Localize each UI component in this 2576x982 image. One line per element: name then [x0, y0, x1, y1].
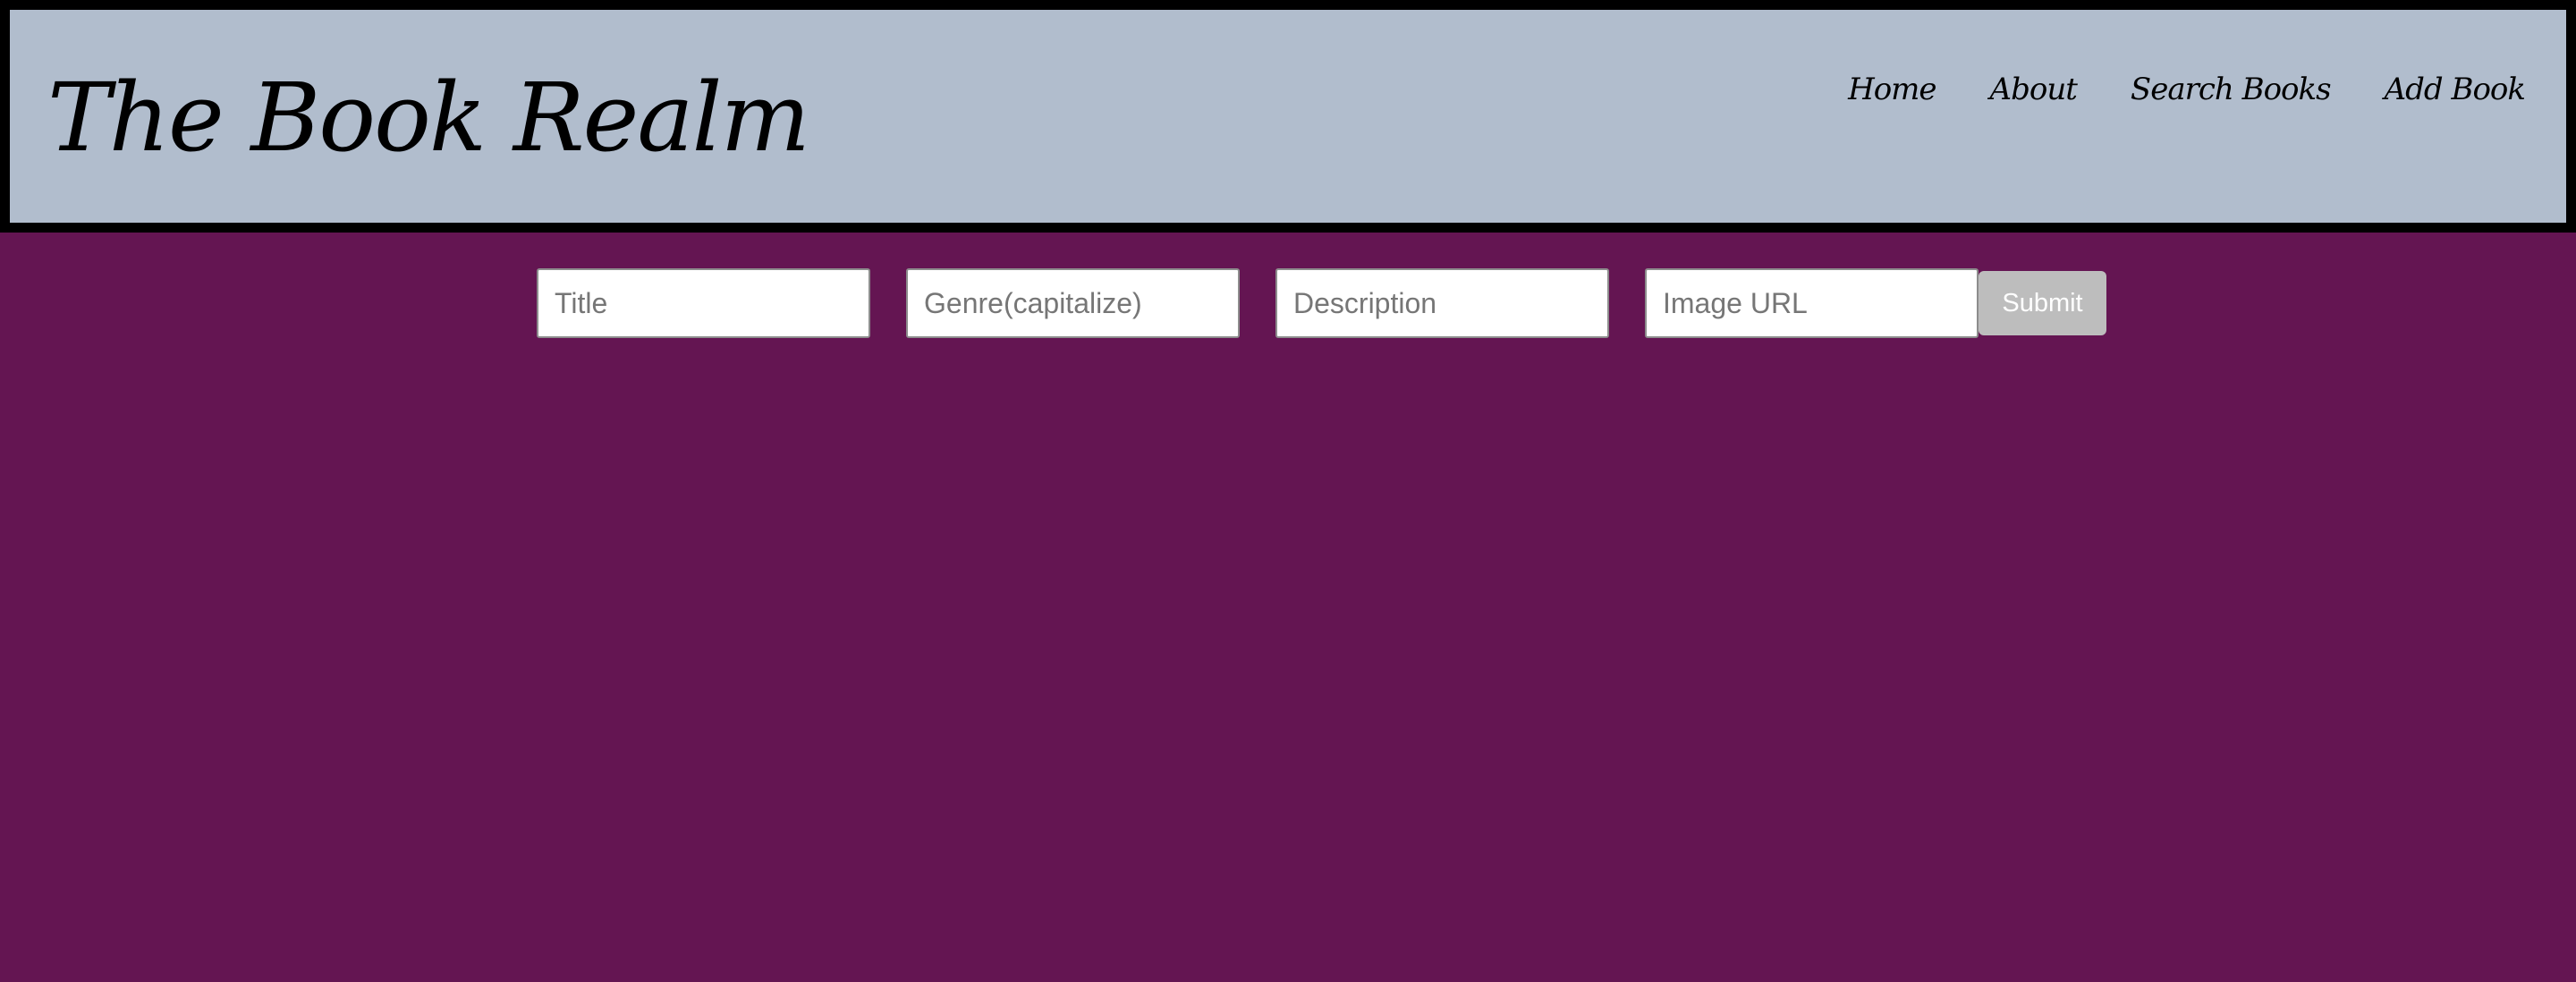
nav-about-link[interactable]: About — [1990, 74, 2078, 105]
submit-button[interactable]: Submit — [1979, 271, 2106, 335]
nav-search-books-link[interactable]: Search Books — [2131, 74, 2332, 105]
title-input[interactable] — [537, 268, 870, 338]
main-nav: Home About Search Books Add Book — [1848, 74, 2526, 105]
nav-add-book-link[interactable]: Add Book — [2385, 74, 2526, 105]
image-url-input[interactable] — [1645, 268, 1979, 338]
add-book-form: Submit — [537, 268, 2106, 338]
site-header: The Book Realm Home About Search Books A… — [0, 0, 2576, 233]
nav-home-link[interactable]: Home — [1848, 74, 1936, 105]
genre-input[interactable] — [906, 268, 1240, 338]
site-logo-title: The Book Realm — [47, 63, 810, 173]
description-input[interactable] — [1275, 268, 1609, 338]
